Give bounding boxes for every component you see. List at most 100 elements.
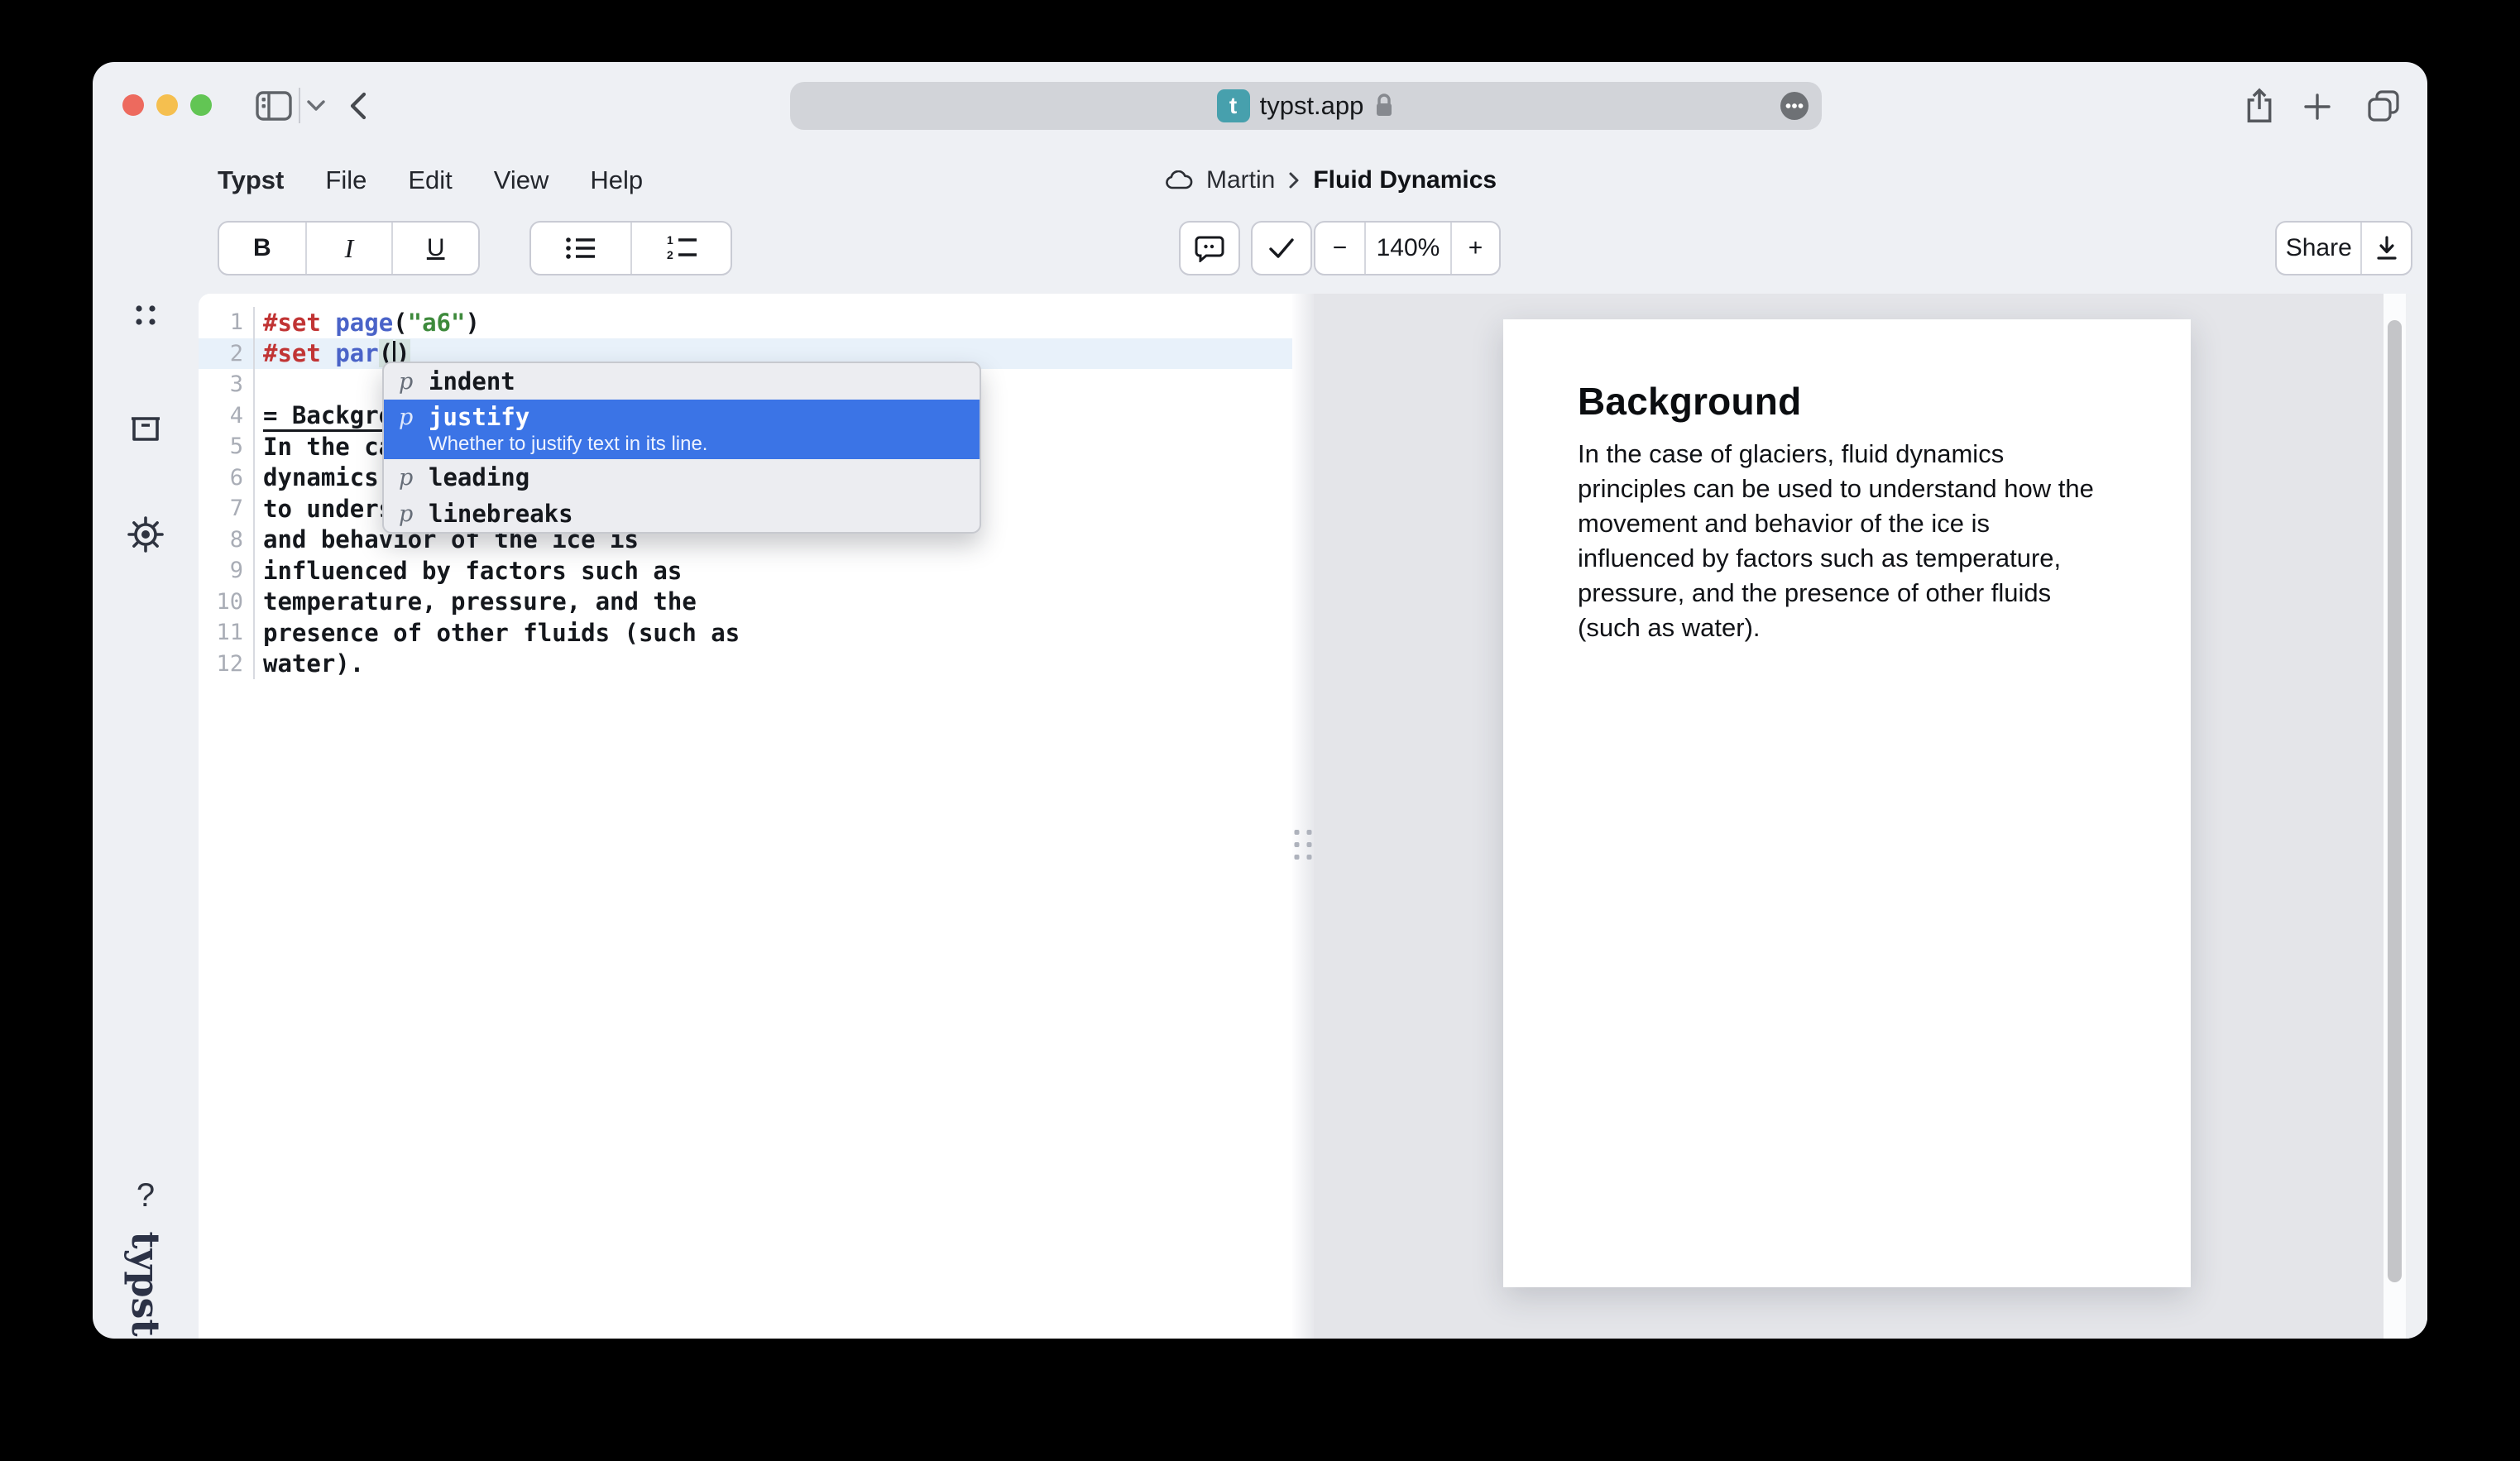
apps-grid-icon[interactable] [131,300,160,330]
preview-pane: Background In the case of glaciers, flui… [1314,294,2427,1339]
preview-text-line: influenced by factors such as temperatur… [1578,541,2132,576]
close-window-button[interactable] [122,94,144,116]
breadcrumb: Martin Fluid Dynamics [1165,149,1497,212]
code-line[interactable]: 9influenced by factors such as [199,555,1292,587]
autocomplete-item-indent[interactable]: pindent [384,363,980,400]
fullscreen-window-button[interactable] [190,94,212,116]
zoom-in-button[interactable]: + [1450,223,1499,274]
preview-text-line: pressure, and the presence of other flui… [1578,576,2132,611]
preview-heading: Background [1578,379,1801,424]
menu-typst[interactable]: Typst [218,165,284,195]
svg-text:1: 1 [667,233,673,247]
code-text: temperature, pressure, and the [255,587,697,616]
line-number: 6 [199,462,255,494]
autocomplete-label: leading [429,463,529,491]
autocomplete-label: justify [429,403,529,431]
help-button[interactable]: ? [137,1177,155,1214]
chevron-right-icon [1288,171,1300,189]
preview-text-line: movement and behavior of the ice is [1578,506,2132,541]
pane-divider[interactable] [1292,294,1314,1339]
line-number: 1 [199,307,255,338]
browser-toolbar: t typst.app [93,62,2427,149]
menu-help[interactable]: Help [590,165,643,195]
files-tray-icon[interactable] [128,412,163,445]
line-number: 5 [199,431,255,462]
breadcrumb-document-title[interactable]: Fluid Dynamics [1313,166,1497,194]
code-text: water). [255,649,364,678]
preview-text-line: In the case of glaciers, fluid dynamics [1578,437,2132,472]
code-text: #set page("a6") [255,309,480,337]
numbered-list-button[interactable]: 1 2 [630,223,731,274]
new-tab-icon[interactable] [2303,93,2331,121]
svg-text:2: 2 [667,248,673,261]
menu-view[interactable]: View [494,165,549,195]
left-rail: ? typst [93,149,199,1339]
comment-icon [1195,234,1224,262]
bold-button[interactable]: B [219,223,305,274]
breadcrumb-workspace[interactable]: Martin [1206,166,1275,194]
autocomplete-label: indent [429,367,515,395]
app-menu-bar: Typst File Edit View Help Martin Fluid D… [93,149,2427,212]
italic-button[interactable]: I [305,223,392,274]
preview-scrollbar[interactable] [2383,294,2406,1339]
app-menus: Typst File Edit View Help [218,149,643,212]
code-line[interactable]: 12water). [199,649,1292,680]
screen: t typst.app [0,0,2520,1461]
menu-file[interactable]: File [325,165,367,195]
numbered-list-icon: 1 2 [665,233,698,263]
divider [299,88,300,123]
autocomplete-description: Whether to justify text in its line. [429,433,965,456]
line-number: 7 [199,493,255,525]
address-bar[interactable]: t typst.app [790,82,1822,130]
window-edge [2406,294,2427,1339]
back-icon[interactable] [346,91,371,121]
line-number: 2 [199,338,255,370]
autocomplete-item-linebreaks[interactable]: plinebreaks [384,496,980,532]
gear-icon[interactable] [126,515,165,554]
line-number: 11 [199,617,255,649]
code-text: presence of other fluids (such as [255,619,740,647]
page-settings-icon[interactable] [1780,92,1809,120]
underline-button[interactable]: U [391,223,478,274]
share-button[interactable]: Share [2277,223,2360,274]
tab-overview-icon[interactable] [2366,89,2401,123]
sidebar-toggle-icon[interactable] [255,89,293,122]
divider-drag-handle[interactable] [1295,830,1312,860]
bullet-list-icon [564,234,597,262]
bullet-list-button[interactable] [531,223,630,274]
preview-body: In the case of glaciers, fluid dynamicsp… [1578,437,2132,645]
preview-page: Background In the case of glaciers, flui… [1503,319,2191,1287]
menu-edit[interactable]: Edit [408,165,452,195]
autocomplete-item-justify[interactable]: p justifyWhether to justify text in its l… [384,400,980,459]
parameter-kind-icon: p [399,405,415,430]
cloud-sync-icon [1165,170,1193,190]
line-number: 9 [199,555,255,587]
site-favicon: t [1217,89,1250,122]
code-line[interactable]: 10temperature, pressure, and the [199,587,1292,618]
scrollbar-thumb[interactable] [2388,320,2402,1282]
code-line[interactable]: 1#set page("a6") [199,307,1292,338]
zoom-level[interactable]: 140% [1364,223,1450,274]
line-number: 4 [199,400,255,432]
format-toolbar: B I U 1 2 [93,212,2427,294]
download-button[interactable] [2360,223,2411,274]
line-number: 3 [199,369,255,400]
comments-button[interactable] [1181,223,1238,274]
line-number: 10 [199,587,255,618]
line-number: 12 [199,649,255,680]
preview-text-line: principles can be used to understand how… [1578,472,2132,506]
autocomplete-item-leading[interactable]: p leading [384,459,980,496]
share-icon[interactable] [2244,87,2275,125]
parameter-kind-icon: p [399,501,415,527]
zoom-out-button[interactable]: − [1315,223,1364,274]
checkmark-icon [1267,236,1296,261]
autocomplete-popup: pindentpjustifyWhether to justify text i… [382,362,981,534]
resolve-check-button[interactable] [1253,223,1310,274]
minimize-window-button[interactable] [156,94,178,116]
browser-window: t typst.app [93,62,2427,1339]
chevron-down-icon[interactable] [306,99,326,113]
code-line[interactable]: 11presence of other fluids (such as [199,617,1292,649]
parameter-kind-icon: p [399,465,415,491]
lock-icon [1373,93,1395,119]
preview-text-line: (such as water). [1578,611,2132,645]
